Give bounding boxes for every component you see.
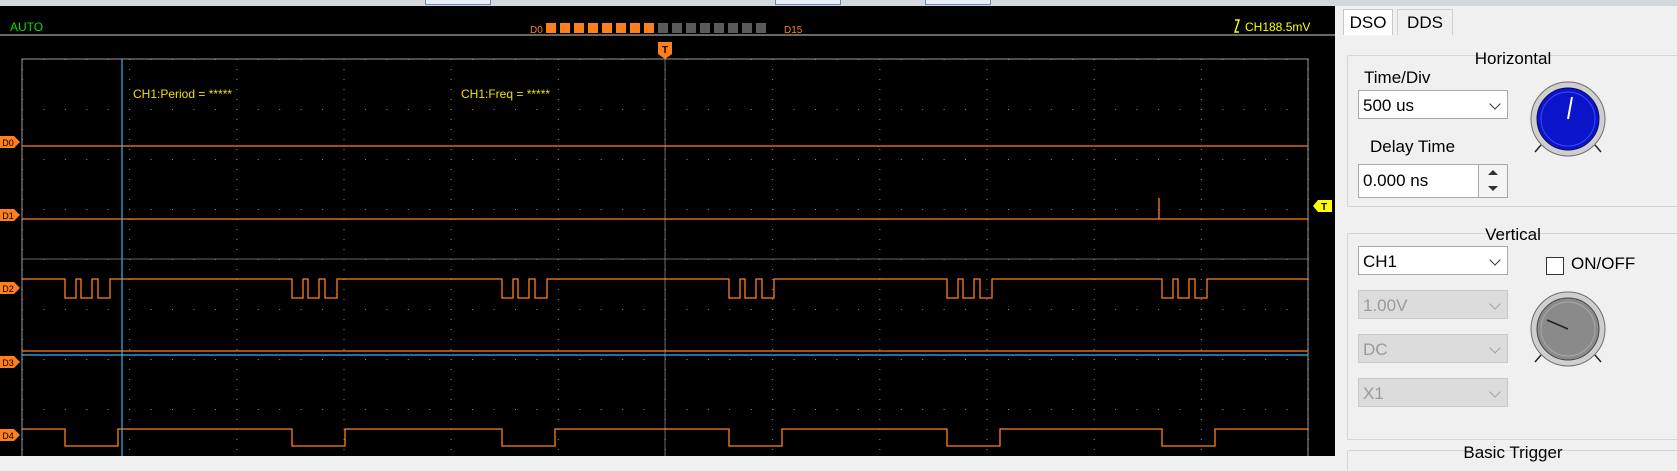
- svg-text:T: T: [1321, 202, 1327, 213]
- digital-activity-bar: [546, 23, 766, 33]
- probe-select: X1: [1358, 378, 1508, 407]
- timediv-select[interactable]: 500 us: [1358, 90, 1508, 119]
- channel-marker-d3[interactable]: D3: [0, 356, 20, 368]
- svg-text:D4: D4: [2, 431, 14, 441]
- chevron-down-icon: [1489, 386, 1501, 398]
- digital-end-label: D15: [784, 25, 803, 36]
- vertical-title: Vertical: [1485, 225, 1541, 244]
- delay-time-value: 0.000 ns: [1363, 171, 1429, 190]
- svg-text:T: T: [662, 45, 668, 56]
- waveform-canvas[interactable]: D0 D15 AUTO CH188.5mV T T CH1:Period = *…: [0, 6, 1335, 456]
- channel-value: CH1: [1363, 252, 1398, 271]
- chevron-down-icon: [1489, 342, 1501, 354]
- timediv-value: 500 us: [1363, 96, 1415, 115]
- timebase-knob-icon[interactable]: [1525, 79, 1611, 165]
- probe-value: X1: [1363, 384, 1384, 403]
- horizontal-title: Horizontal: [1474, 49, 1552, 68]
- chevron-down-icon: [1489, 98, 1501, 110]
- control-panel: DSO DDS Horizontal Time/Div 500 us Delay…: [1335, 6, 1677, 471]
- onoff-label: ON/OFF: [1571, 254, 1636, 273]
- measurement-period: CH1:Period = *****: [133, 87, 232, 101]
- channel-marker-d2[interactable]: D2: [0, 282, 20, 294]
- basic-trigger-group: Basic Trigger: [1347, 443, 1677, 471]
- acquisition-mode-label: AUTO: [10, 20, 43, 34]
- measurement-frequency: CH1:Freq = *****: [461, 87, 550, 101]
- channel-marker-d1[interactable]: D1: [0, 209, 20, 221]
- channel-marker-d0[interactable]: D0: [0, 136, 20, 148]
- spin-up-button[interactable]: [1479, 165, 1507, 182]
- tab-dso[interactable]: DSO: [1343, 9, 1393, 35]
- trigger-level-readout: CH188.5mV: [1245, 20, 1310, 34]
- svg-text:D3: D3: [2, 358, 14, 368]
- spin-down-button[interactable]: [1479, 181, 1507, 197]
- trigger-level-marker[interactable]: T: [1313, 200, 1332, 213]
- coupling-select: DC: [1358, 334, 1508, 363]
- trigger-edge-icon: [1234, 19, 1240, 33]
- trigger-position-marker[interactable]: T: [658, 42, 672, 59]
- volts-per-div-select: 1.00V: [1358, 290, 1508, 319]
- timediv-label: Time/Div: [1364, 68, 1431, 87]
- digital-start-label: D0: [530, 25, 543, 36]
- arrow-down-icon: [1488, 186, 1498, 191]
- channel-select[interactable]: CH1: [1358, 246, 1508, 275]
- chevron-down-icon: [1489, 254, 1501, 266]
- volts-value: 1.00V: [1363, 296, 1408, 315]
- delay-time-spinbox[interactable]: 0.000 ns: [1358, 164, 1508, 198]
- channel-marker-d4[interactable]: D4: [0, 429, 20, 441]
- vertical-knob-icon: [1530, 291, 1606, 367]
- toolbar-button-edge[interactable]: [925, 0, 991, 5]
- toolbar-button-edge[interactable]: [425, 0, 491, 5]
- oscilloscope-display[interactable]: D0 D15 AUTO CH188.5mV T T CH1:Period = *…: [0, 6, 1335, 456]
- channel-onoff-checkbox[interactable]: [1546, 257, 1564, 275]
- grid-center-axes: [22, 59, 1308, 456]
- arrow-up-icon: [1488, 170, 1498, 175]
- delay-time-label: Delay Time: [1370, 137, 1456, 156]
- svg-text:D2: D2: [2, 284, 14, 294]
- chevron-down-icon: [1489, 298, 1501, 310]
- svg-text:D1: D1: [2, 211, 14, 221]
- spin-buttons: [1478, 165, 1507, 197]
- svg-text:D0: D0: [2, 138, 14, 148]
- coupling-value: DC: [1363, 340, 1388, 359]
- tab-dds[interactable]: DDS: [1397, 9, 1453, 35]
- basic-trigger-title: Basic Trigger: [1463, 443, 1563, 462]
- toolbar-button-edge[interactable]: [775, 0, 841, 5]
